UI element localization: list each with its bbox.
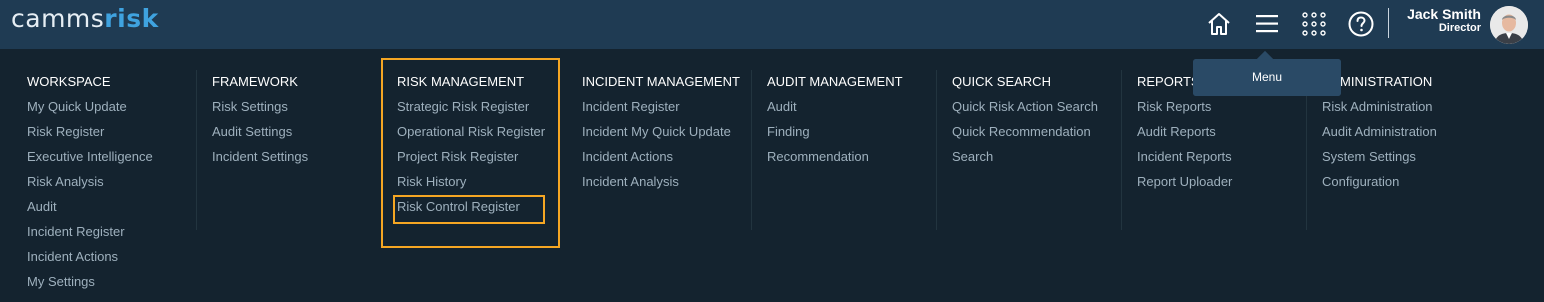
column-heading: FRAMEWORK [212, 74, 298, 89]
menu-item[interactable]: My Quick Update [27, 99, 127, 114]
hamburger-icon[interactable] [1253, 10, 1281, 38]
menu-column-workspace: WORKSPACE My Quick Update Risk Register … [12, 70, 197, 289]
menu-item[interactable]: Risk Administration [1322, 99, 1433, 114]
column-heading: QUICK SEARCH [952, 74, 1051, 89]
app-logo[interactable]: cammsrisk [11, 4, 159, 33]
highlight-risk-control-register [393, 195, 545, 224]
menu-item[interactable]: Quick Risk Action Search [952, 99, 1098, 114]
menu-item[interactable]: Incident Analysis [582, 174, 679, 189]
menu-item[interactable]: Incident Settings [212, 149, 308, 164]
user-name[interactable]: Jack Smith [1407, 6, 1481, 22]
menu-item[interactable]: Incident Actions [27, 249, 118, 264]
home-icon[interactable] [1205, 10, 1233, 38]
header-divider [1388, 8, 1389, 38]
menu-item[interactable]: Audit [767, 99, 797, 114]
menu-item[interactable]: Incident My Quick Update [582, 124, 731, 139]
menu-item[interactable]: Risk Register [27, 124, 104, 139]
menu-column-audit-management: AUDIT MANAGEMENT Audit Finding Recommend… [752, 70, 937, 230]
menu-item[interactable]: Audit Reports [1137, 124, 1216, 139]
menu-item[interactable]: Risk Analysis [27, 174, 104, 189]
menu-item[interactable]: Search [952, 149, 993, 164]
menu-column-framework: FRAMEWORK Risk Settings Audit Settings I… [197, 70, 382, 230]
menu-item[interactable]: Incident Reports [1137, 149, 1232, 164]
menu-item[interactable]: Finding [767, 124, 810, 139]
column-heading: WORKSPACE [27, 74, 111, 89]
menu-item[interactable]: Incident Register [27, 224, 125, 239]
menu-column-incident-management: INCIDENT MANAGEMENT Incident Register In… [567, 70, 752, 230]
menu-item[interactable]: Executive Intelligence [27, 149, 153, 164]
menu-item[interactable]: Audit Administration [1322, 124, 1437, 139]
avatar[interactable] [1490, 6, 1528, 44]
help-icon[interactable] [1347, 10, 1375, 38]
top-bar: cammsrisk Jack Smith Director [0, 0, 1544, 49]
user-role: Director [1438, 22, 1481, 34]
menu-column-quick-search: QUICK SEARCH Quick Risk Action Search Qu… [937, 70, 1122, 230]
column-heading: AUDIT MANAGEMENT [767, 74, 903, 89]
apps-grid-icon[interactable] [1300, 10, 1328, 38]
menu-item[interactable]: Quick Recommendation [952, 124, 1091, 139]
menu-item[interactable]: Risk Reports [1137, 99, 1211, 114]
menu-item[interactable]: Incident Actions [582, 149, 673, 164]
menu-item[interactable]: Incident Register [582, 99, 680, 114]
logo-text-camms: camms [11, 4, 105, 33]
menu-item[interactable]: Risk Settings [212, 99, 288, 114]
menu-tooltip-overlay: Menu [1193, 51, 1341, 96]
menu-item[interactable]: Configuration [1322, 174, 1399, 189]
column-heading: REPORTS [1137, 74, 1200, 89]
menu-item[interactable]: Recommendation [767, 149, 869, 164]
menu-item[interactable]: System Settings [1322, 149, 1416, 164]
logo-text-risk: risk [104, 4, 159, 33]
menu-item[interactable]: My Settings [27, 274, 95, 289]
menu-item[interactable]: Report Uploader [1137, 174, 1232, 189]
menu-item[interactable]: Audit Settings [212, 124, 292, 139]
menu-item[interactable]: Audit [27, 199, 57, 214]
column-heading: INCIDENT MANAGEMENT [582, 74, 740, 89]
